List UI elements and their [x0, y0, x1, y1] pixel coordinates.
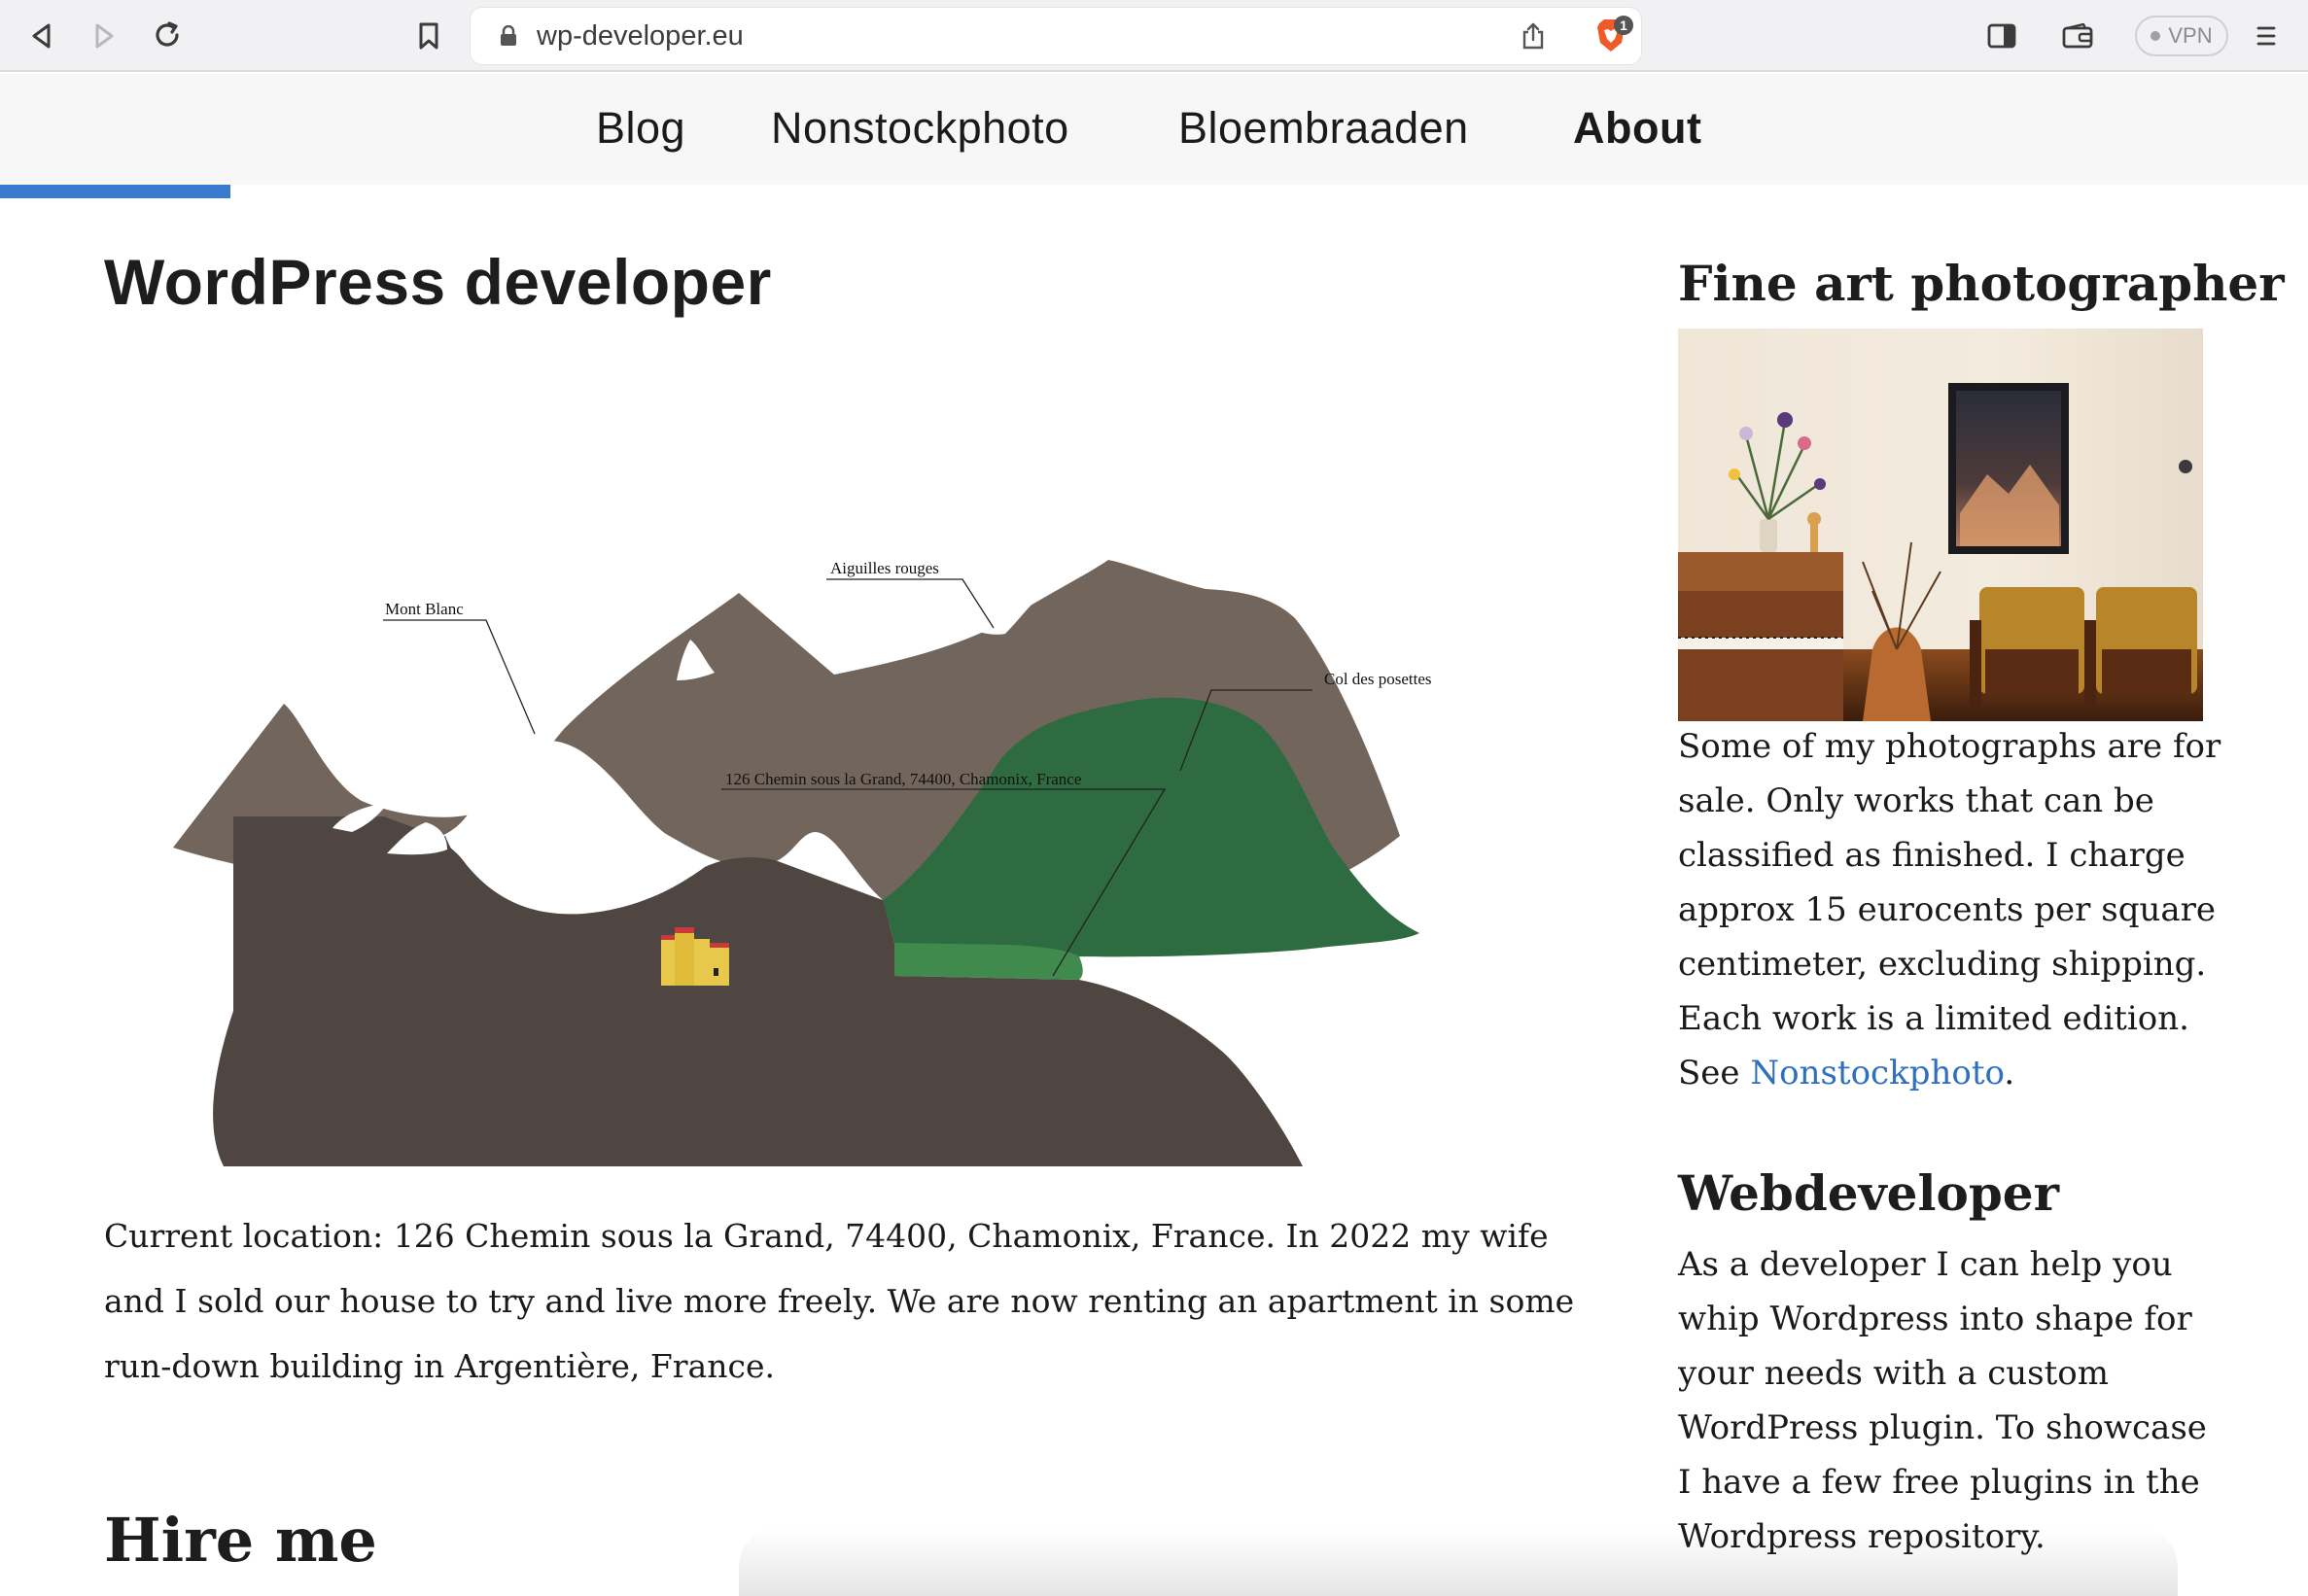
photographer-heading: Fine art photographer — [1678, 255, 2285, 312]
back-snow-patch — [576, 593, 640, 669]
nav-item-nonstockphoto[interactable]: Nonstockphoto — [771, 99, 1069, 157]
photographer-description: Some of my photographs are for sale. Onl… — [1678, 727, 2221, 1093]
nonstockphoto-link[interactable]: Nonstockphoto — [1750, 1054, 2004, 1093]
share-icon[interactable] — [1517, 19, 1550, 52]
aiguilles-leader — [826, 578, 995, 629]
label-col-des-posettes: Col des posettes — [1324, 670, 1432, 688]
hire-me-heading: Hire me — [104, 1505, 377, 1576]
photographer-suffix: . — [2004, 1054, 2015, 1093]
wallet-icon[interactable] — [2059, 17, 2096, 54]
webdeveloper-text: As a developer I can help you whip Wordp… — [1678, 1245, 2207, 1556]
vpn-toggle[interactable]: VPN — [2135, 16, 2228, 56]
reload-icon[interactable] — [148, 16, 187, 54]
menu-icon[interactable] — [2252, 17, 2281, 54]
shield-count-badge: 1 — [1614, 16, 1633, 35]
vpn-status-dot — [2151, 31, 2161, 41]
nav-item-bloembraaden[interactable]: Bloembraaden — [1178, 99, 1469, 157]
webdeveloper-heading: Webdeveloper — [1678, 1164, 2059, 1222]
interior-photo[interactable] — [1678, 329, 2203, 721]
nav-item-blog[interactable]: Blog — [596, 99, 685, 157]
mont-blanc-leader — [383, 619, 536, 735]
site-navigation: Blog Nonstockphoto Bloembraaden About — [0, 74, 2308, 185]
label-mont-blanc: Mont Blanc — [385, 600, 464, 618]
sidebar-icon[interactable] — [1983, 17, 2020, 54]
lock-icon — [498, 23, 519, 49]
label-aiguilles-rouges: Aiguilles rouges — [830, 559, 939, 577]
reading-progress-bar — [0, 185, 2308, 198]
vpn-label: VPN — [2168, 23, 2213, 48]
browser-toolbar: wp-developer.eu 1 VPN — [0, 0, 2308, 72]
reading-progress-fill — [0, 185, 231, 198]
address-bar[interactable]: wp-developer.eu 1 — [471, 8, 1641, 64]
brave-shield-icon[interactable]: 1 — [1589, 16, 1633, 56]
forward-icon[interactable] — [86, 17, 122, 54]
chamonix-map-illustration: Mont Blanc Aiguilles rouges Col des pose… — [173, 559, 1432, 1166]
url-text: wp-developer.eu — [537, 20, 744, 52]
photographer-text: Some of my photographs are for sale. Onl… — [1678, 719, 2222, 1100]
floating-panel-shadow — [739, 1528, 2178, 1596]
bookmark-icon[interactable] — [412, 17, 445, 54]
label-address: 126 Chemin sous la Grand, 74400, Chamoni… — [725, 770, 1081, 788]
location-paragraph: Current location: 126 Chemin sous la Gra… — [104, 1217, 1575, 1385]
back-icon[interactable] — [23, 17, 60, 54]
nav-item-about[interactable]: About — [1573, 99, 1701, 157]
page-title: WordPress developer — [104, 246, 772, 318]
